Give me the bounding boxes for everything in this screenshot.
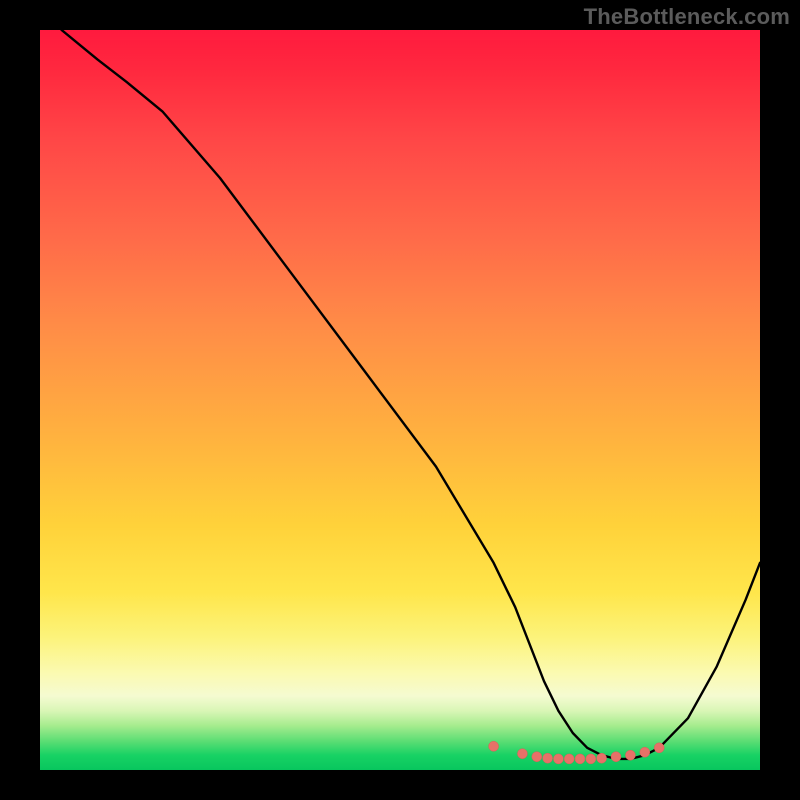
chart-frame: TheBottleneck.com: [0, 0, 800, 800]
highlight-dot: [654, 743, 664, 753]
highlight-dots-group: [489, 741, 665, 764]
highlight-dot: [553, 754, 563, 764]
highlight-dot: [517, 749, 527, 759]
plot-area: [40, 30, 760, 770]
highlight-dot: [611, 752, 621, 762]
highlight-dot: [489, 741, 499, 751]
highlight-dot: [597, 753, 607, 763]
curve-svg: [40, 30, 760, 770]
highlight-dot: [640, 747, 650, 757]
highlight-dot: [625, 750, 635, 760]
watermark-text: TheBottleneck.com: [584, 4, 790, 30]
highlight-dot: [564, 754, 574, 764]
highlight-dot: [543, 753, 553, 763]
highlight-dot: [532, 752, 542, 762]
bottleneck-curve: [62, 30, 760, 759]
highlight-dot: [586, 754, 596, 764]
highlight-dot: [575, 754, 585, 764]
